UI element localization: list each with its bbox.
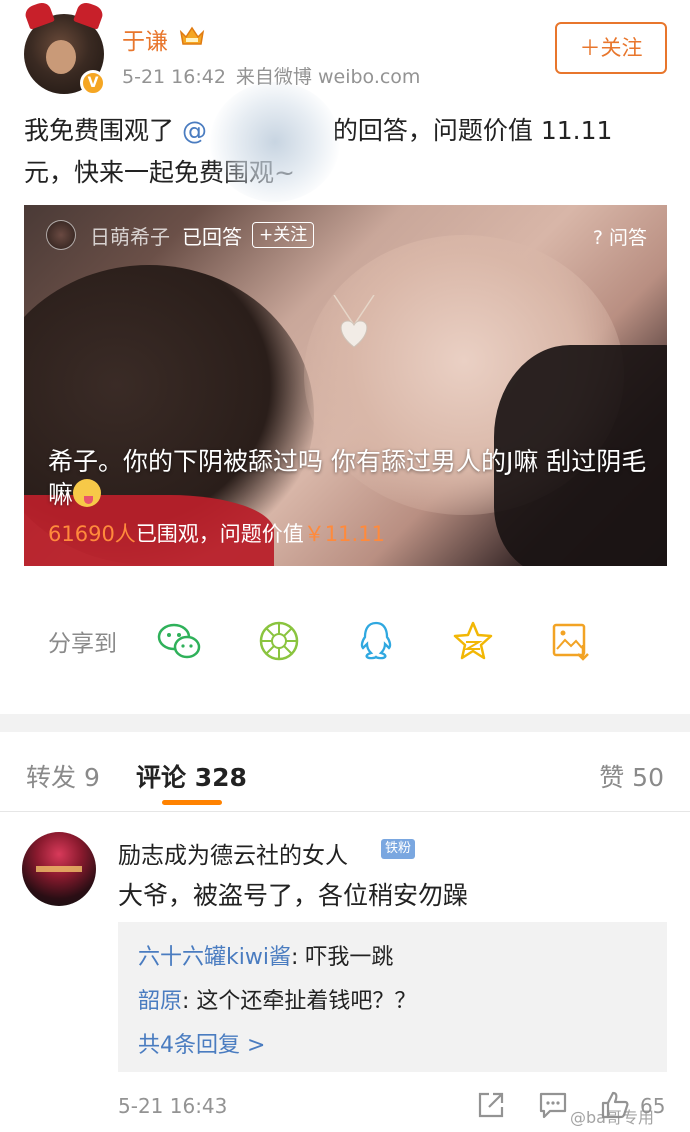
reply-author[interactable]: 韶原: [138, 989, 182, 1014]
share-comment-icon[interactable]: [476, 1090, 506, 1120]
reply-text: : 这个还牵扯着钱吧？？: [182, 989, 417, 1014]
comment-text: 大爷，被盗号了，各位稍安勿躁: [118, 881, 469, 910]
qa-card[interactable]: 日萌希子 已回答 +关注 ? 问答 希子。你的下阴被舔过吗 你有舔过男人的J嘛 …: [24, 205, 667, 566]
reply-author[interactable]: 六十六罐kiwi酱: [138, 945, 291, 970]
save-image-icon[interactable]: [551, 619, 591, 663]
verified-badge-icon: V: [80, 70, 106, 96]
vip-crown-icon: [179, 26, 205, 45]
reindeer-antler-right: [73, 0, 105, 30]
fan-badge: 铁粉: [381, 839, 416, 859]
post-time: 5-21 16:42: [122, 66, 226, 88]
avatar-face: [46, 40, 76, 74]
wechat-icon[interactable]: [157, 619, 201, 663]
answered-label: 已回答: [182, 224, 242, 249]
post-body: 我免费围观了 @ 的回答，问题价值 11.11 元，快来一起免费围观~: [24, 110, 664, 194]
answerer-avatar[interactable]: [46, 220, 76, 250]
question-price: ￥11.11: [303, 522, 385, 546]
tab-comment[interactable]: 评论 328: [136, 758, 247, 794]
heart-necklace-icon: [333, 295, 375, 348]
tongue-emoji-icon: [73, 479, 102, 507]
qq-icon[interactable]: [357, 619, 395, 663]
commenter-name[interactable]: 励志成为德云社的女人: [118, 836, 348, 870]
reply-text: : 吓我一跳: [290, 945, 394, 970]
qa-ask-link[interactable]: ? 问答: [593, 223, 647, 250]
qzone-icon[interactable]: [452, 619, 494, 663]
tab-repost[interactable]: 转发 9: [26, 758, 100, 794]
answerer-follow-button[interactable]: +关注: [252, 222, 315, 248]
section-divider: [0, 714, 690, 732]
redaction-blur: [210, 82, 340, 202]
question-body: 希子。你的下阴被舔过吗 你有舔过男人的J嘛 刮过阴毛嘛: [48, 447, 647, 509]
reindeer-antler-left: [23, 0, 55, 30]
share-row: 分享到: [48, 618, 648, 664]
more-replies-link[interactable]: 共4条回复 >: [138, 1024, 647, 1068]
post-text-before: 我免费围观了: [24, 116, 182, 145]
commenter-avatar[interactable]: [22, 832, 96, 906]
comment-time: 5-21 16:43: [118, 1094, 228, 1118]
mention-link[interactable]: @: [182, 116, 207, 145]
viewer-suffix: 已围观，问题价值: [135, 522, 304, 546]
reply-preview[interactable]: 六十六罐kiwi酱: 吓我一跳 韶原: 这个还牵扯着钱吧？？ 共4条回复 >: [118, 922, 667, 1072]
card-stats: 61690人已围观，问题价值￥11.11: [48, 518, 385, 548]
question-text: 希子。你的下阴被舔过吗 你有舔过男人的J嘛 刮过阴毛嘛: [48, 445, 658, 511]
viewer-count: 61690人: [48, 522, 136, 546]
author-name[interactable]: 于谦: [122, 22, 168, 56]
watermark: @ba哥专用: [570, 1108, 654, 1127]
reply-item: 六十六罐kiwi酱: 吓我一跳: [138, 936, 647, 980]
active-tab-indicator: [162, 800, 222, 805]
share-label: 分享到: [48, 631, 117, 657]
card-header: 日萌希子 已回答 +关注: [46, 219, 315, 251]
answerer-name[interactable]: 日萌希子: [90, 221, 170, 250]
follow-button[interactable]: ＋关注: [555, 22, 667, 74]
reply-comment-icon[interactable]: [538, 1090, 568, 1120]
interaction-tabs: 转发 9 评论 328 赞 50: [0, 732, 690, 812]
moments-icon[interactable]: [258, 619, 300, 663]
tab-like[interactable]: 赞 50: [599, 758, 664, 794]
author-avatar[interactable]: V: [23, 0, 106, 96]
reply-item: 韶原: 这个还牵扯着钱吧？？: [138, 980, 647, 1024]
